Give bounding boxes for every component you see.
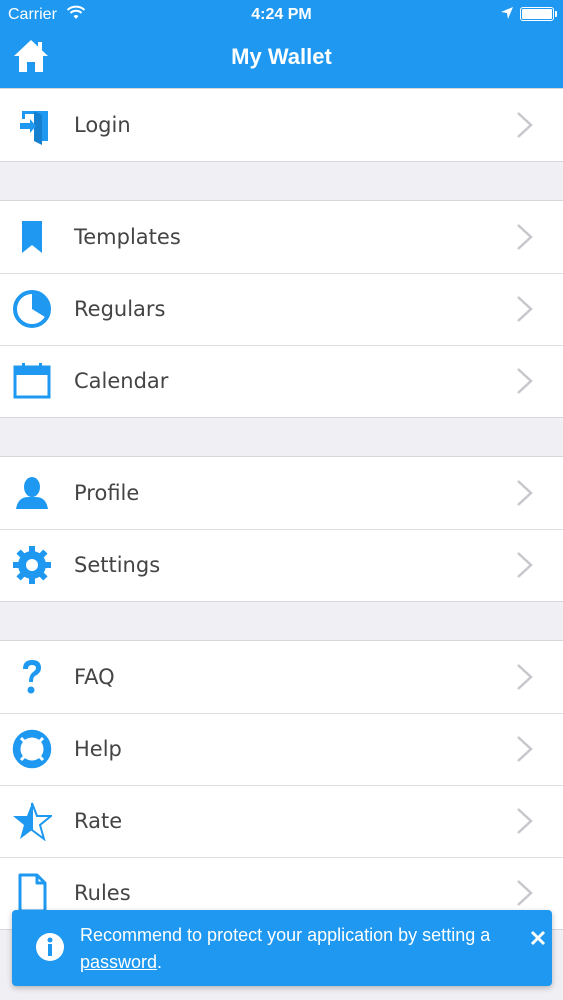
question-icon — [12, 657, 52, 697]
chevron-right-icon — [516, 735, 534, 763]
menu-list: Login Templates Regulars Calendar Profil… — [0, 88, 563, 930]
chevron-right-icon — [516, 223, 534, 251]
star-icon — [12, 801, 52, 841]
location-arrow-icon — [500, 6, 514, 20]
password-link[interactable]: password — [80, 952, 157, 972]
chevron-right-icon — [516, 479, 534, 507]
status-bar: Carrier 4:24 PM — [0, 0, 563, 30]
document-icon — [12, 873, 52, 913]
page-title: My Wallet — [231, 44, 332, 69]
menu-item-templates[interactable]: Templates — [0, 201, 563, 273]
lifebuoy-icon — [12, 729, 52, 769]
section-gap — [0, 162, 563, 200]
menu-item-label: Rules — [74, 881, 131, 905]
chevron-right-icon — [516, 367, 534, 395]
clock-icon — [12, 289, 52, 329]
password-recommendation-toast: Recommend to protect your application by… — [12, 910, 552, 986]
menu-item-rate[interactable]: Rate — [0, 785, 563, 857]
close-icon[interactable] — [530, 930, 546, 946]
menu-group-support: FAQ Help Rate Rules — [0, 640, 563, 930]
menu-item-label: Regulars — [74, 297, 166, 321]
menu-group-account: Login — [0, 88, 563, 162]
menu-group-payments: Templates Regulars Calendar — [0, 200, 563, 418]
menu-item-label: Help — [74, 737, 122, 761]
menu-item-label: Profile — [74, 481, 140, 505]
menu-item-label: Calendar — [74, 369, 169, 393]
menu-item-profile[interactable]: Profile — [0, 457, 563, 529]
menu-item-login[interactable]: Login — [0, 89, 563, 161]
menu-item-label: Settings — [74, 553, 161, 577]
menu-item-help[interactable]: Help — [0, 713, 563, 785]
chevron-right-icon — [516, 807, 534, 835]
toast-message: Recommend to protect your application by… — [80, 922, 528, 976]
bookmark-icon — [12, 217, 52, 257]
navigation-bar: Carrier 4:24 PM My Wallet — [0, 0, 563, 88]
menu-item-settings[interactable]: Settings — [0, 529, 563, 601]
menu-item-label: Login — [74, 113, 131, 137]
gear-icon — [12, 545, 52, 585]
toast-message-suffix: . — [157, 952, 163, 972]
toast-message-text: Recommend to protect your application by… — [80, 925, 491, 945]
menu-item-label: Templates — [74, 225, 181, 249]
battery-icon — [520, 7, 557, 21]
chevron-right-icon — [516, 295, 534, 323]
calendar-icon — [12, 361, 52, 401]
section-gap — [0, 602, 563, 640]
menu-item-regulars[interactable]: Regulars — [0, 273, 563, 345]
chevron-right-icon — [516, 879, 534, 907]
chevron-right-icon — [516, 111, 534, 139]
menu-group-user: Profile Settings — [0, 456, 563, 602]
section-gap — [0, 418, 563, 456]
person-icon — [12, 473, 52, 513]
info-icon — [34, 931, 66, 963]
menu-item-label: FAQ — [74, 665, 115, 689]
status-time: 4:24 PM — [251, 6, 312, 23]
login-icon — [12, 105, 52, 145]
menu-item-calendar[interactable]: Calendar — [0, 345, 563, 417]
menu-item-label: Rate — [74, 809, 123, 833]
chevron-right-icon — [516, 663, 534, 691]
menu-item-faq[interactable]: FAQ — [0, 641, 563, 713]
chevron-right-icon — [516, 551, 534, 579]
